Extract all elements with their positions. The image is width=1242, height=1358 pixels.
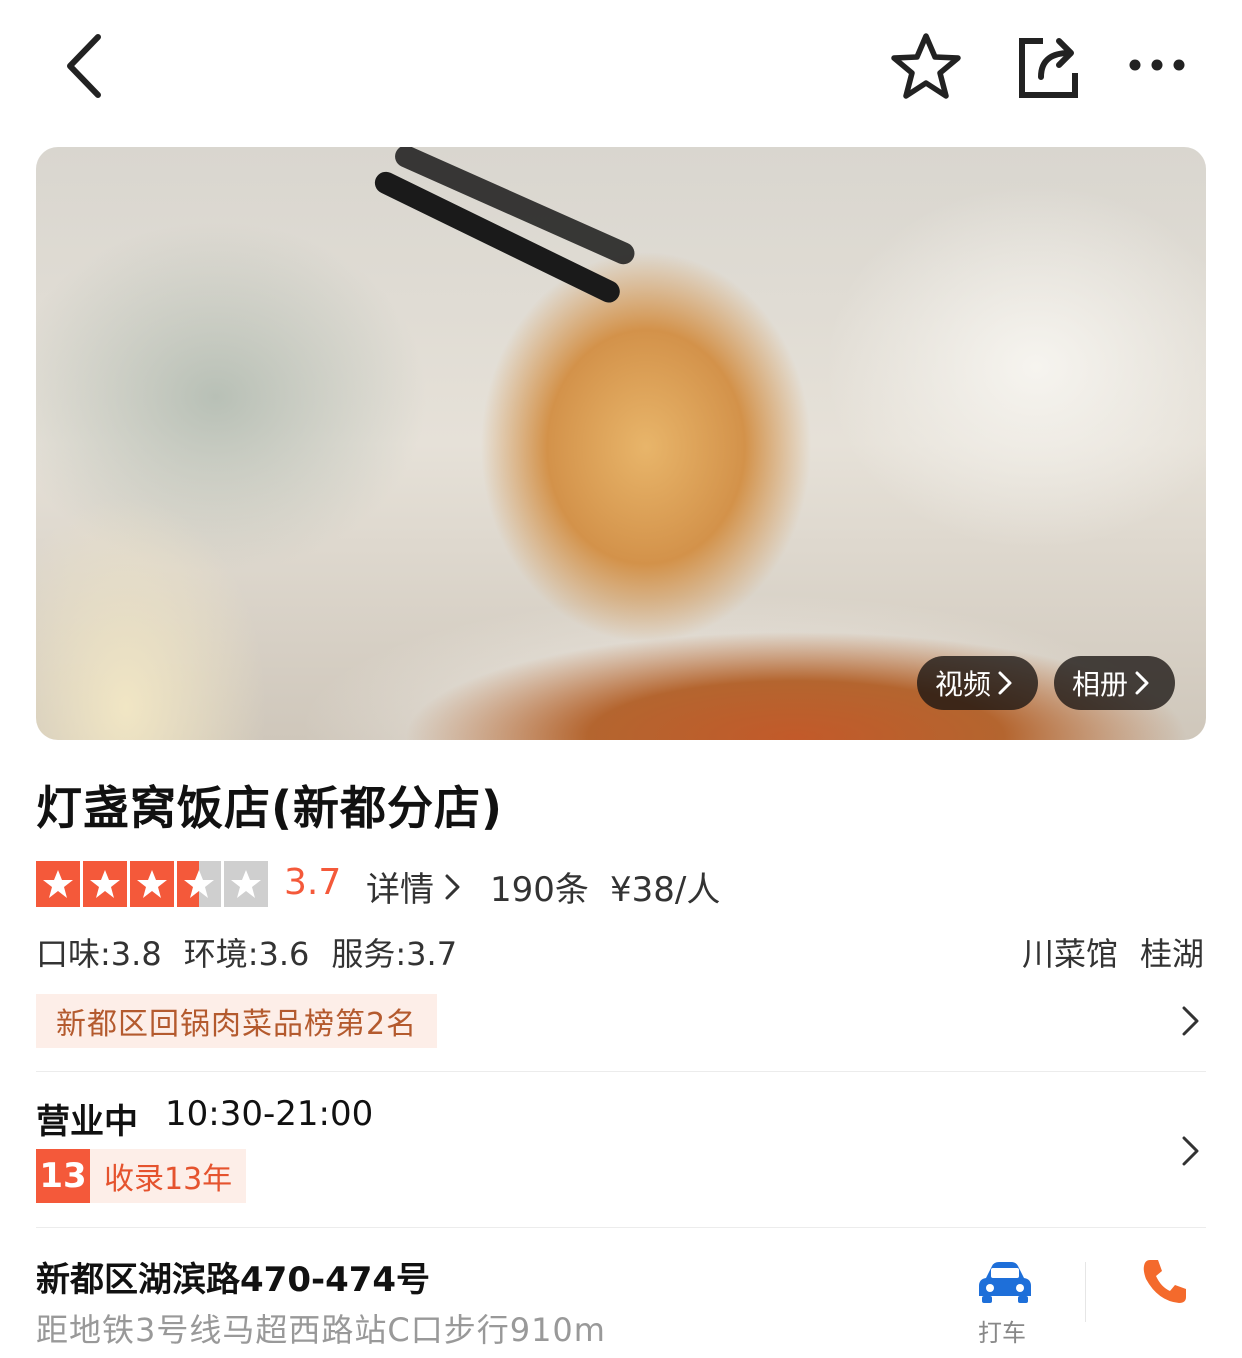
phone-button[interactable]: [1140, 1256, 1200, 1316]
years-text: 收录13年: [104, 1162, 233, 1197]
rating-detail-link[interactable]: 详情: [366, 862, 464, 911]
taste-score: 口味:3.8: [36, 935, 162, 973]
area-tag[interactable]: 桂湖: [1140, 929, 1204, 975]
chevron-right-icon: [445, 874, 460, 899]
album-label: 相册: [1072, 668, 1129, 701]
more-button[interactable]: [1122, 40, 1192, 90]
rating-score: 3.7: [284, 862, 342, 903]
open-status: 营业中: [36, 1102, 138, 1142]
category-tags: 川菜馆 桂湖: [1022, 929, 1204, 975]
star-icon: [36, 861, 80, 907]
more-horizontal-icon: [1129, 59, 1185, 71]
ranking-badge[interactable]: 新都区回锅肉菜品榜第2名: [36, 994, 438, 1048]
price-per-person: ¥38/人: [610, 870, 721, 910]
detail-label: 详情: [366, 870, 434, 910]
share-icon: [1019, 38, 1078, 98]
years-listed-badge: 13 收录13年: [36, 1149, 247, 1203]
star-outline-icon: [891, 33, 961, 99]
service-score: 服务:3.7: [331, 935, 458, 973]
phone-icon: [1143, 1260, 1186, 1303]
video-button[interactable]: 视频: [917, 656, 1038, 710]
years-number: 13: [36, 1149, 90, 1203]
business-hours[interactable]: 10:30-21:00: [165, 1094, 373, 1134]
chevron-right-icon: [998, 671, 1012, 695]
chevron-right-icon[interactable]: [1180, 1134, 1202, 1168]
star-rating: [36, 861, 271, 907]
star-empty-icon: [224, 861, 268, 907]
chevron-right-icon[interactable]: [1180, 1004, 1202, 1038]
favorite-button[interactable]: [888, 30, 964, 102]
category-tag[interactable]: 川菜馆: [1022, 929, 1118, 975]
hero-photo[interactable]: 视频 相册: [36, 147, 1206, 740]
chevron-left-icon: [67, 34, 101, 98]
video-label: 视频: [935, 668, 992, 701]
restaurant-name: 灯盏窝饭店(新都分店): [36, 781, 504, 835]
chevron-right-icon: [1135, 671, 1149, 695]
back-button[interactable]: [54, 30, 114, 102]
divider: [36, 1227, 1206, 1228]
metro-distance: 距地铁3号线马超西路站C口步行910m: [36, 1311, 606, 1349]
divider: [1085, 1262, 1086, 1322]
review-count[interactable]: 190条: [490, 862, 589, 911]
car-icon: [979, 1262, 1031, 1303]
environment-score: 环境:3.6: [183, 935, 310, 973]
divider: [36, 1071, 1206, 1072]
star-half-icon: [177, 861, 221, 907]
album-button[interactable]: 相册: [1054, 656, 1175, 710]
sub-scores: 口味:3.8 环境:3.6 服务:3.7: [36, 929, 457, 975]
share-button[interactable]: [1010, 30, 1082, 102]
star-icon: [83, 861, 127, 907]
address-text[interactable]: 新都区湖滨路470-474号: [36, 1252, 430, 1301]
star-icon: [130, 861, 174, 907]
taxi-label[interactable]: 打车: [978, 1313, 1026, 1348]
